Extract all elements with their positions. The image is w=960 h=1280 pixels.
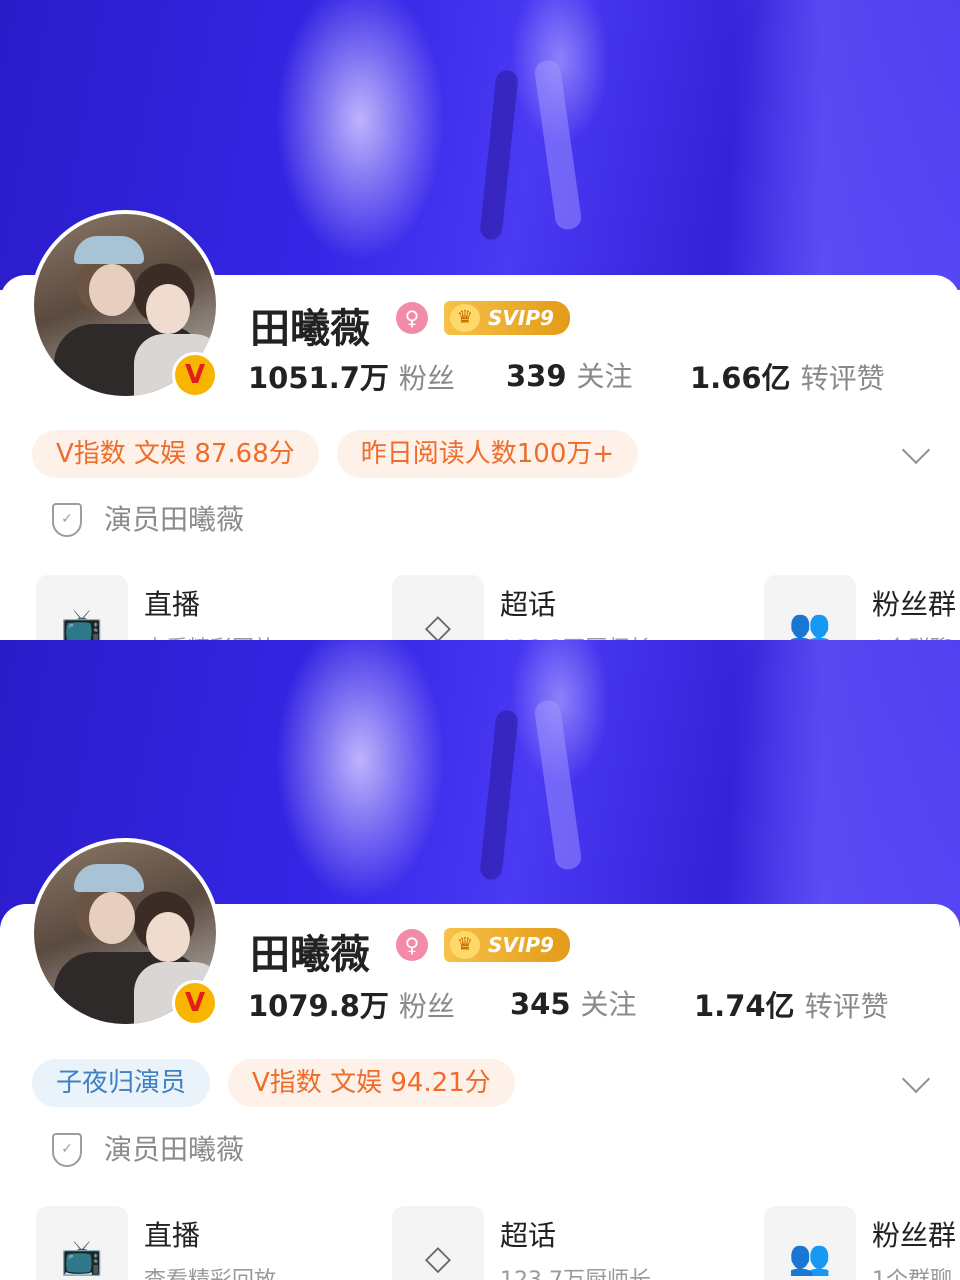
feature-subtitle: 查看精彩回放	[144, 631, 276, 640]
avatar-face	[146, 284, 190, 334]
cover-figure-shape	[479, 69, 519, 241]
stat-value: 339	[506, 359, 567, 393]
tag-v-index[interactable]: V指数 文娱 94.21分	[228, 1059, 515, 1107]
feature-title: 超话	[500, 1219, 557, 1252]
stat-following[interactable]: 345 关注	[510, 983, 637, 1023]
stat-label: 关注	[576, 360, 633, 393]
feature-subtitle: 查看精彩回放	[144, 1262, 276, 1280]
stat-label: 转评赞	[800, 362, 885, 395]
profile-screenshot-1: V 田曦薇 ♀ ♛ SVIP9 1051.7万 粉丝 339 关注 1.66亿 转评赞…	[0, 0, 960, 640]
group-icon: 👥	[788, 1238, 832, 1278]
tv-icon: 📺	[60, 607, 104, 640]
svip-badge[interactable]: ♛ SVIP9	[444, 301, 570, 335]
feature-icon-box: 📺	[36, 1206, 128, 1280]
feature-fan-group[interactable]: 👥 粉丝群 1个群聊	[764, 575, 960, 640]
chevron-down-icon[interactable]	[901, 435, 931, 465]
stat-label: 粉丝	[398, 362, 455, 395]
feature-subtitle: 118.3万厨师长	[500, 631, 651, 640]
cover-wall-shape	[730, 0, 960, 290]
feature-row: 📺 直播 查看精彩回放 ◇ 超话 118.3万厨师长 👥 粉丝群 1个群聊	[0, 575, 960, 640]
feature-icon-box: 👥	[764, 575, 856, 640]
feature-icon-box: 👥	[764, 1206, 856, 1280]
tag-v-index[interactable]: V指数 文娱 87.68分	[32, 430, 319, 478]
svip-label: SVIP9	[488, 933, 554, 957]
tag-drama-actor[interactable]: 子夜归演员	[32, 1059, 211, 1107]
feature-title: 直播	[144, 1219, 201, 1252]
stat-label: 关注	[580, 988, 637, 1021]
stat-label: 粉丝	[398, 990, 455, 1023]
stat-value: 1079.8万	[248, 989, 389, 1023]
feature-icon-box: ◇	[392, 575, 484, 640]
feature-row: 📺 直播 查看精彩回放 ◇ 超话 123.7万厨师长 👥 粉丝群 1个群聊	[0, 1206, 960, 1280]
feature-icon-box: ◇	[392, 1206, 484, 1280]
avatar-cap	[74, 864, 144, 892]
stat-fans[interactable]: 1079.8万 粉丝	[248, 983, 455, 1025]
shield-icon: ✓	[52, 1133, 82, 1167]
feature-title: 超话	[500, 588, 557, 621]
feature-title: 直播	[144, 588, 201, 621]
tags-row: 子夜归演员 V指数 文娱 94.21分	[32, 1059, 931, 1107]
cover-wall-shape	[730, 640, 960, 930]
stat-label: 转评赞	[804, 990, 889, 1023]
feature-subtitle: 123.7万厨师长	[500, 1262, 651, 1280]
stat-following[interactable]: 339 关注	[506, 355, 633, 395]
diamond-icon: ◇	[424, 607, 452, 640]
feature-live[interactable]: 📺 直播 查看精彩回放	[36, 575, 336, 640]
profile-screenshot-2: V 田曦薇 ♀ ♛ SVIP9 1079.8万 粉丝 345 关注 1.74亿 转评赞…	[0, 640, 960, 1280]
avatar-face	[146, 912, 190, 962]
stats-row: 1079.8万 粉丝 345 关注 1.74亿 转评赞	[248, 983, 920, 1027]
feature-title: 粉丝群	[872, 1219, 957, 1252]
cover-figure-shape	[533, 699, 583, 871]
stats-row: 1051.7万 粉丝 339 关注 1.66亿 转评赞	[248, 355, 920, 399]
svip-badge[interactable]: ♛ SVIP9	[444, 928, 570, 962]
stat-fans[interactable]: 1051.7万 粉丝	[248, 355, 455, 397]
feature-icon-box: 📺	[36, 575, 128, 640]
feature-subtitle: 1个群聊	[872, 631, 952, 640]
stat-value: 1.66亿	[690, 361, 791, 395]
verified-v-icon: V	[172, 352, 218, 398]
tags-row: V指数 文娱 87.68分 昨日阅读人数100万+	[32, 430, 931, 478]
female-icon: ♀	[396, 929, 428, 961]
feature-supertopic[interactable]: ◇ 超话 118.3万厨师长	[392, 575, 692, 640]
feature-live[interactable]: 📺 直播 查看精彩回放	[36, 1206, 336, 1280]
feature-title: 粉丝群	[872, 588, 957, 621]
avatar-face	[89, 892, 135, 944]
feature-subtitle: 1个群聊	[872, 1262, 952, 1280]
cover-figure-shape	[533, 59, 583, 231]
diamond-icon: ◇	[424, 1238, 452, 1278]
stat-interactions[interactable]: 1.74亿 转评赞	[694, 983, 889, 1025]
profile-name: 田曦薇	[250, 932, 370, 978]
tv-icon: 📺	[60, 1238, 104, 1278]
crown-icon: ♛	[450, 931, 480, 959]
profile-name: 田曦薇	[250, 306, 370, 352]
shield-icon: ✓	[52, 503, 82, 537]
stat-value: 345	[510, 987, 571, 1021]
cover-figure-shape	[479, 709, 519, 881]
stat-value: 1051.7万	[248, 361, 389, 395]
avatar-cap	[74, 236, 144, 264]
stat-interactions[interactable]: 1.66亿 转评赞	[690, 355, 885, 397]
chevron-down-icon[interactable]	[901, 1064, 931, 1094]
verification-text: 演员田曦薇	[104, 503, 245, 536]
feature-supertopic[interactable]: ◇ 超话 123.7万厨师长	[392, 1206, 692, 1280]
feature-fan-group[interactable]: 👥 粉丝群 1个群聊	[764, 1206, 960, 1280]
tag-daily-readers[interactable]: 昨日阅读人数100万+	[336, 430, 639, 478]
verification-text: 演员田曦薇	[104, 1133, 245, 1166]
verified-v-icon: V	[172, 980, 218, 1026]
svip-label: SVIP9	[488, 306, 554, 330]
crown-icon: ♛	[450, 304, 480, 332]
avatar-face	[89, 264, 135, 316]
female-icon: ♀	[396, 302, 428, 334]
group-icon: 👥	[788, 607, 832, 640]
stat-value: 1.74亿	[694, 989, 795, 1023]
